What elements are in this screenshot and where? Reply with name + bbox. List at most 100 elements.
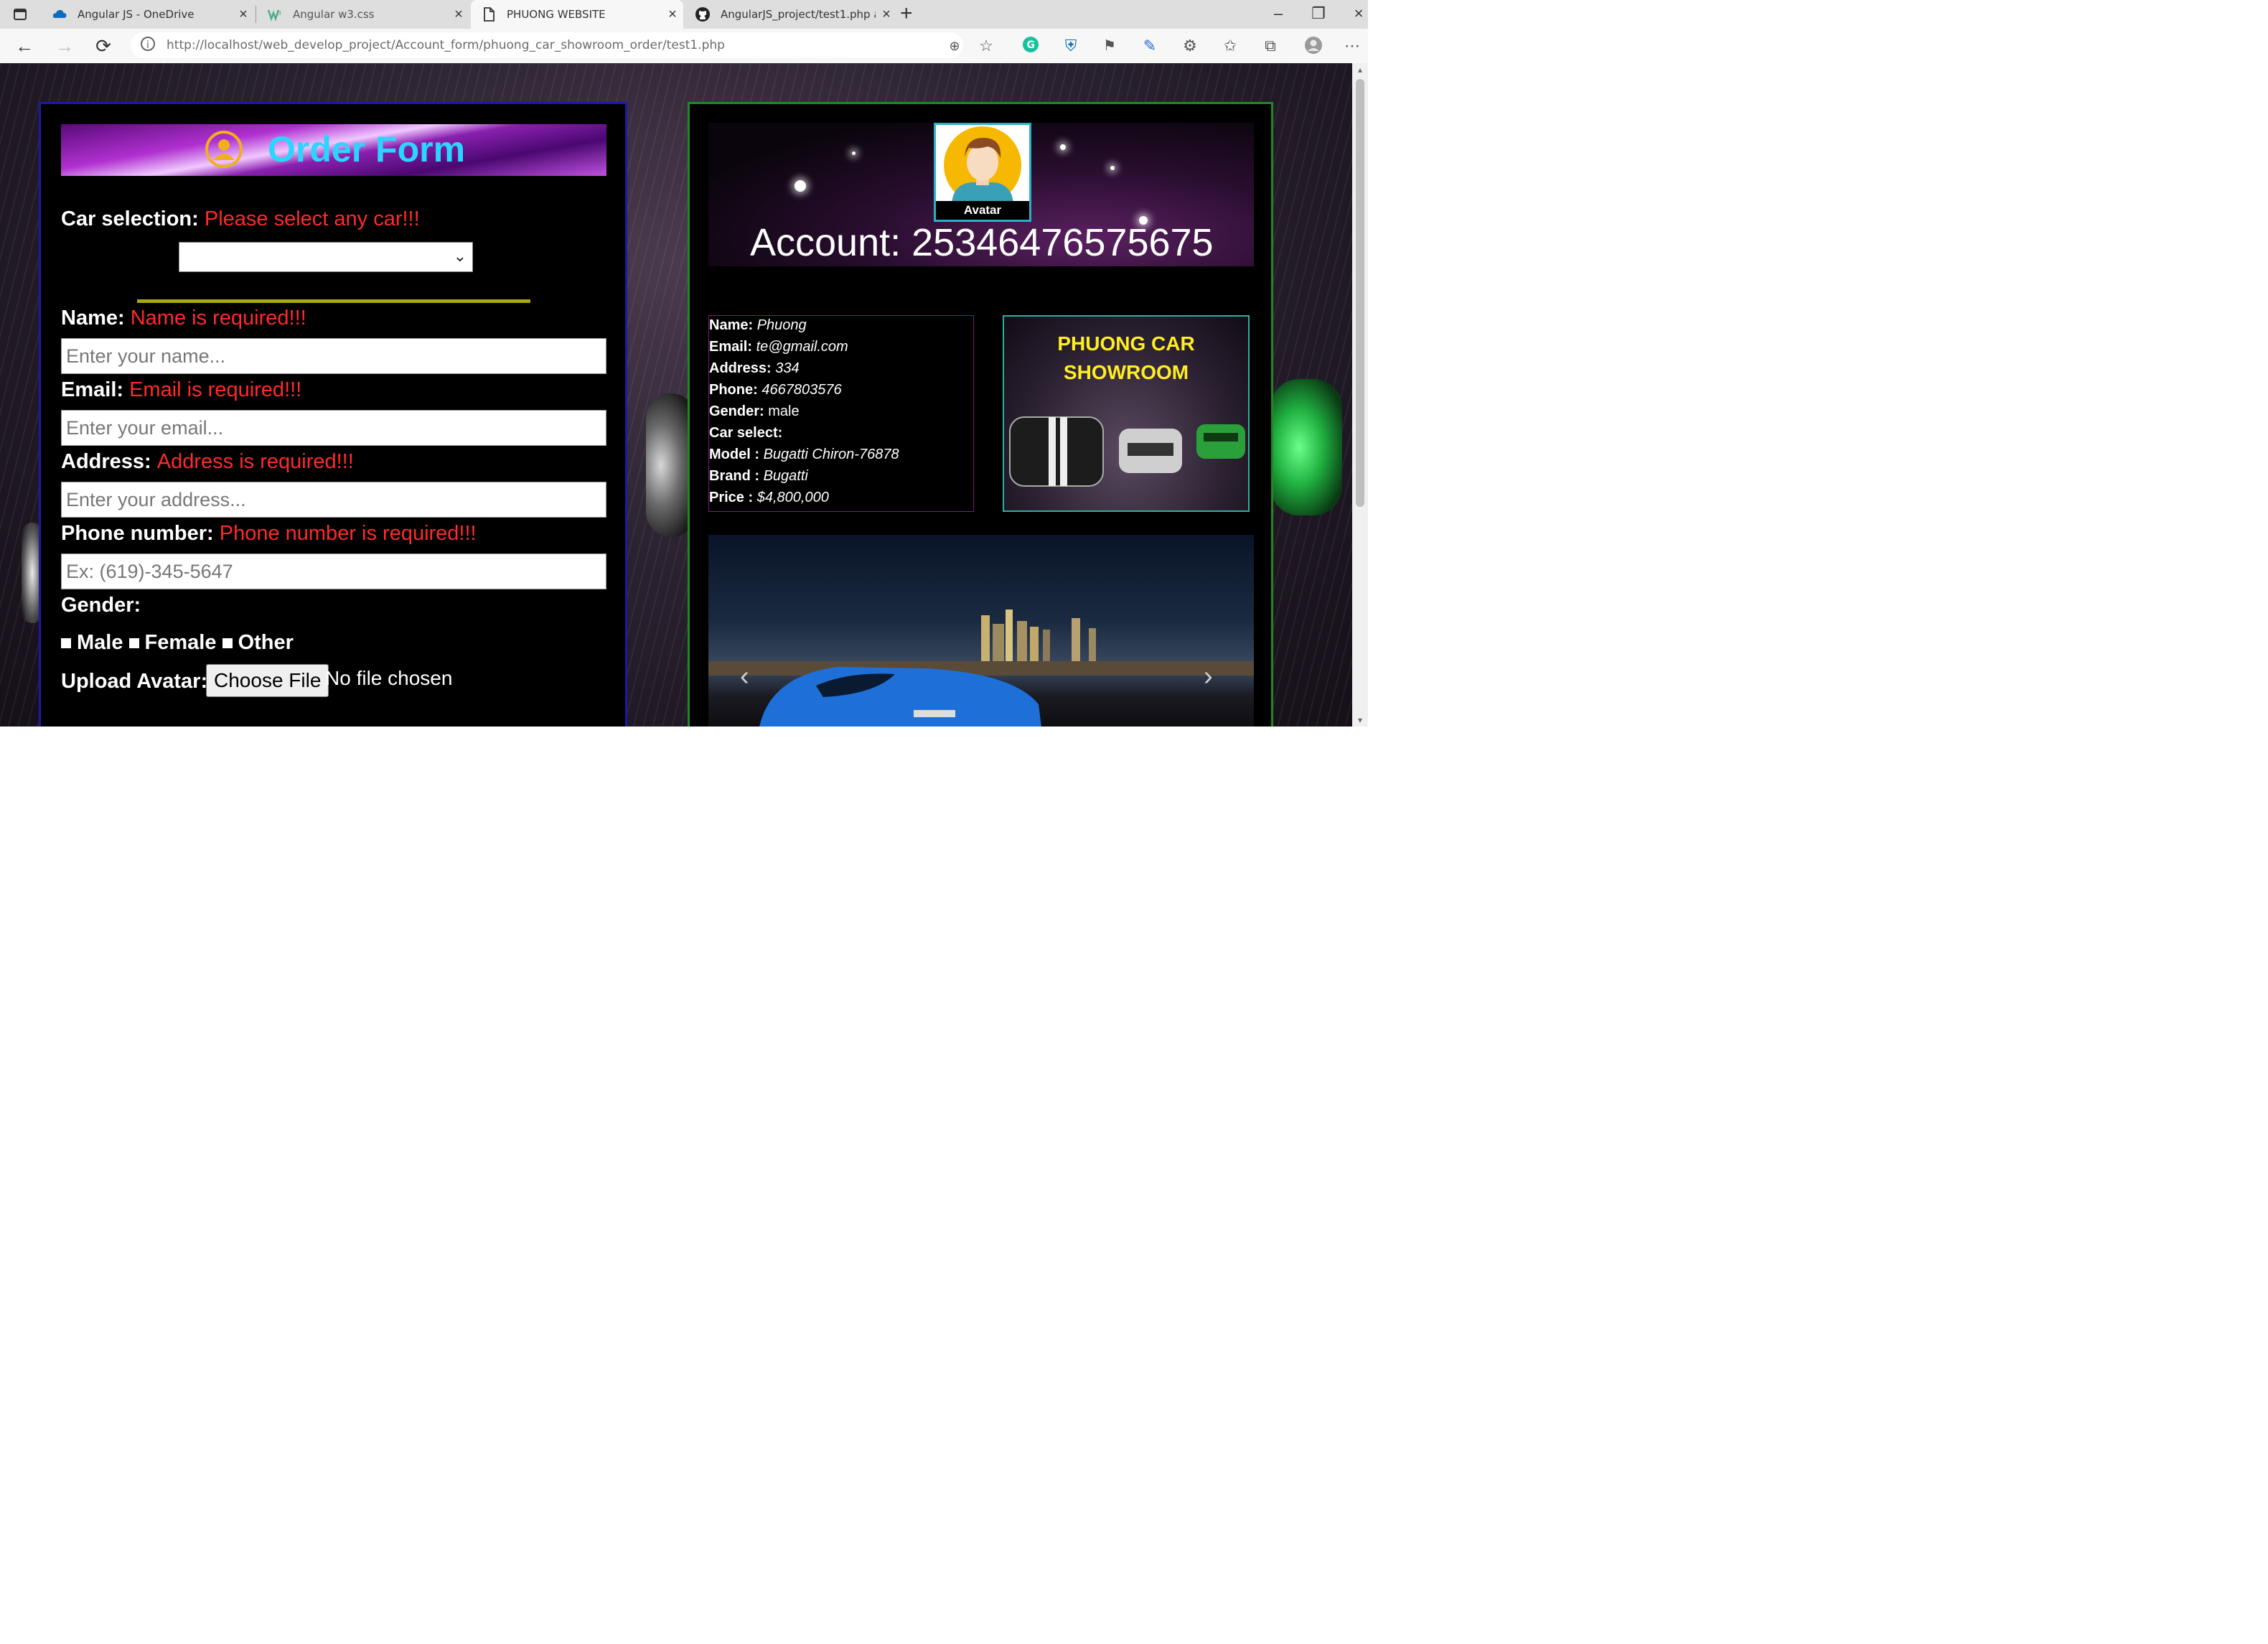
close-tab-icon[interactable]: × (876, 6, 897, 23)
detail-email: Email: te@gmail.com (709, 339, 848, 355)
scroll-down-icon[interactable]: ▾ (1355, 715, 1365, 725)
account-header: Avatar Account: 25346476575675 (708, 123, 1254, 266)
phone-label: Phone number: Phone number is required!!… (61, 522, 477, 545)
avatar-person-icon (944, 126, 1021, 204)
divider-line (137, 299, 530, 303)
extensions-icon[interactable]: ⚙ (1180, 36, 1200, 56)
choose-file-button[interactable]: Choose File (206, 664, 329, 697)
tab-title: Angular w3.css (293, 8, 375, 21)
address-bar[interactable]: i http://localhost/web_develop_project/A… (131, 32, 963, 58)
gender-female-option[interactable]: Female (128, 631, 217, 654)
order-form-header: Order Form (61, 124, 606, 176)
car-carousel[interactable]: ‹ › (708, 535, 1254, 727)
name-label: Name: Name is required!!! (61, 307, 306, 330)
detail-name: Name: Phuong (709, 317, 807, 333)
tab-bar: Angular JS - OneDrive × 3 Angular w3.css… (0, 0, 1368, 29)
bugatti-city-night-image (708, 610, 1254, 727)
page-scrollbar[interactable]: ▴ ▾ (1352, 63, 1368, 727)
gender-male-option[interactable]: Male (61, 631, 123, 654)
zoom-icon[interactable]: ⊕ (945, 36, 965, 56)
minimize-icon[interactable]: – (1267, 4, 1289, 23)
chevron-down-icon: ⌄ (453, 247, 467, 265)
tab-onedrive[interactable]: Angular JS - OneDrive × (42, 0, 254, 29)
more-menu-icon[interactable]: ⋯ (1342, 36, 1362, 56)
favorite-add-icon[interactable]: ☆ (976, 36, 996, 56)
detail-gender: Gender: male (709, 403, 800, 419)
phone-input[interactable] (61, 554, 606, 589)
onedrive-cloud-icon (52, 6, 67, 22)
close-window-icon[interactable]: × (1348, 4, 1368, 23)
avatar-caption: Avatar (936, 201, 1029, 220)
page-viewport: Order Form Car selection: Please select … (0, 63, 1352, 727)
url-text: http://localhost/web_develop_project/Acc… (167, 38, 725, 52)
address-label: Address: Address is required!!! (61, 450, 354, 473)
scrollbar-thumb[interactable] (1356, 79, 1364, 507)
female-checkbox[interactable] (128, 638, 139, 649)
browser-toolbar: ← → ⟳ i http://localhost/web_develop_pro… (0, 29, 1368, 64)
restore-icon[interactable]: ❐ (1308, 4, 1329, 23)
tab-angular-w3css[interactable]: 3 Angular w3.css × (257, 0, 469, 29)
close-tab-icon[interactable]: × (448, 6, 469, 23)
gender-label: Gender: (61, 594, 141, 617)
name-error: Name is required!!! (130, 307, 306, 330)
order-form-title: Order Form (268, 129, 466, 169)
name-input[interactable] (61, 338, 606, 374)
detail-model: Model : Bugatti Chiron-76878 (709, 447, 899, 462)
tab-title: AngularJS_project/test1.php at m (721, 8, 876, 21)
site-info-icon[interactable]: i (141, 37, 155, 51)
detail-phone: Phone: 4667803576 (709, 382, 842, 398)
pen-extension-icon[interactable]: ✎ (1140, 36, 1160, 56)
gender-options: Male Female Other (61, 631, 294, 655)
car-select-dropdown[interactable]: ⌄ (179, 242, 473, 272)
tab-phuong-website[interactable]: PHUONG WEBSITE × (471, 0, 683, 29)
close-tab-icon[interactable]: × (662, 6, 683, 23)
new-tab-button[interactable]: + (900, 1, 913, 26)
gender-other-option[interactable]: Other (222, 631, 294, 654)
email-error: Email is required!!! (129, 378, 302, 401)
male-checkbox[interactable] (61, 638, 71, 649)
extension-shield-icon[interactable]: ⛨ (1061, 36, 1081, 56)
grammarly-icon[interactable]: G (1021, 36, 1041, 56)
phone-error: Phone number is required!!! (219, 522, 477, 545)
avatar-image: Avatar (934, 123, 1031, 222)
other-checkbox[interactable] (222, 638, 233, 649)
detail-car-select: Car select: (709, 425, 783, 441)
browser-window: Angular JS - OneDrive × 3 Angular w3.css… (0, 0, 1368, 727)
profile-avatar-icon[interactable] (1303, 36, 1323, 56)
user-circle-icon (205, 130, 243, 169)
upload-avatar-label: Upload Avatar: (61, 670, 208, 693)
tab-title: Angular JS - OneDrive (78, 8, 195, 21)
svg-text:G: G (1027, 39, 1036, 51)
document-icon (481, 6, 497, 22)
account-panel: Avatar Account: 25346476575675 Name: Phu… (688, 102, 1273, 727)
scroll-up-icon[interactable]: ▴ (1355, 65, 1365, 75)
detail-price: Price : $4,800,000 (709, 490, 829, 505)
address-input[interactable] (61, 482, 606, 518)
car-selection-error: Please select any car!!! (204, 207, 420, 230)
tab-title: PHUONG WEBSITE (507, 8, 606, 21)
flag-icon[interactable]: ⚑ (1100, 36, 1120, 56)
email-label: Email: Email is required!!! (61, 378, 302, 401)
close-tab-icon[interactable]: × (233, 6, 254, 23)
tab-actions-icon[interactable] (11, 6, 29, 23)
car-selection-label: Car selection: Please select any car!!! (61, 207, 420, 230)
favorites-icon[interactable]: ✩ (1220, 36, 1240, 56)
forward-arrow-icon[interactable]: → (53, 34, 76, 57)
account-title: Account: 25346476575675 (750, 221, 1214, 264)
svg-text:3: 3 (278, 10, 281, 17)
address-error: Address is required!!! (156, 450, 354, 473)
tab-github[interactable]: AngularJS_project/test1.php at m × (685, 0, 897, 29)
carousel-prev-icon[interactable]: ‹ (740, 661, 749, 692)
github-icon (695, 6, 711, 22)
collections-icon[interactable]: ⧉ (1260, 36, 1280, 56)
carousel-next-icon[interactable]: › (1204, 661, 1213, 692)
email-input[interactable] (61, 410, 606, 446)
showroom-banner: PHUONG CAR SHOWROOM (1003, 315, 1250, 512)
account-details-box: Name: Phuong Email: te@gmail.com Address… (708, 315, 974, 512)
detail-address: Address: 334 (709, 360, 800, 376)
back-arrow-icon[interactable]: ← (13, 34, 36, 57)
refresh-icon[interactable]: ⟳ (92, 34, 115, 57)
w3schools-icon: 3 (267, 6, 283, 22)
detail-brand: Brand : Bugatti (709, 468, 808, 484)
showroom-cars-image (1009, 416, 1245, 487)
